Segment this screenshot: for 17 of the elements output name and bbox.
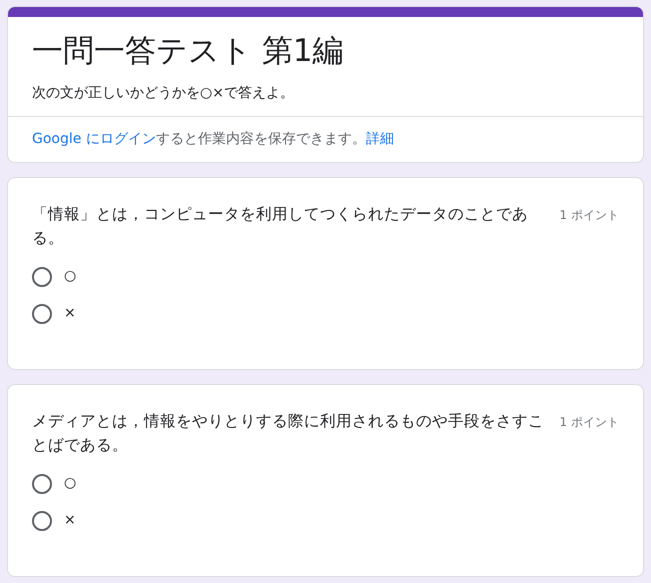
radio-button[interactable] <box>32 266 52 286</box>
form-description: 次の文が正しいかどうかを○×で答えよ。 <box>32 84 295 103</box>
sign-in-notice: Google にログインすると作業内容を保存できます。詳細 <box>32 130 395 149</box>
option-label: ○ <box>64 474 76 493</box>
details-link[interactable]: 詳細 <box>366 131 394 147</box>
option-label: × <box>64 304 76 323</box>
radio-button[interactable] <box>32 474 52 494</box>
points-label: 1 ポイント <box>560 207 619 224</box>
points-label: 1 ポイント <box>560 414 619 431</box>
option-label: ○ <box>64 267 76 286</box>
login-link[interactable]: Google にログイン <box>32 131 156 147</box>
radio-button[interactable] <box>32 510 52 530</box>
question-text: 「情報」とは，コンピュータを利用してつくられたデータのことである。 <box>32 204 529 249</box>
form-title: 一問一答テスト 第1編 <box>32 32 345 71</box>
option-label: × <box>64 511 76 530</box>
radio-button[interactable] <box>32 304 52 324</box>
question-text: メディアとは，情報をやりとりする際に利用されるものや手段をさすことばである。 <box>32 411 545 456</box>
